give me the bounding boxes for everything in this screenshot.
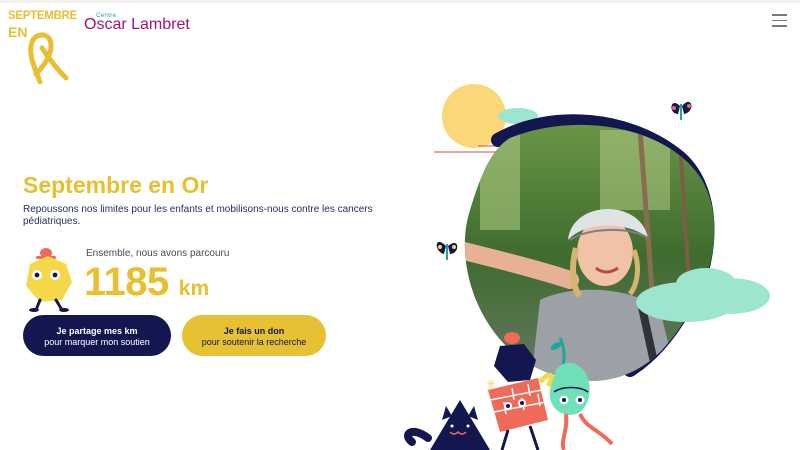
donate-button-title: Je fais un don — [223, 326, 285, 336]
cyclist-photo — [464, 124, 715, 382]
distance-caption: Ensemble, nous avons parcouru — [86, 248, 230, 259]
donate-button-subtitle: pour soutenir la recherche — [201, 337, 307, 347]
top-border — [0, 0, 800, 3]
septembre-en-or-logo[interactable]: SEPTEMBRE EN — [6, 8, 77, 84]
butterfly-left-icon — [436, 241, 458, 260]
hamburger-menu-icon[interactable] — [772, 14, 787, 27]
gold-ribbon-icon — [28, 32, 69, 84]
yellow-mascot-illustration — [26, 248, 72, 312]
hero-subtitle: Repoussons nos limites pour les enfants … — [23, 204, 373, 227]
distance-counter: 1185 km — [84, 260, 209, 305]
share-km-button[interactable]: Je partage mes km pour marquer mon souti… — [23, 315, 171, 356]
page-title: Septembre en Or — [23, 172, 209, 198]
navy-cat-mascot — [404, 400, 490, 450]
distance-unit: km — [178, 277, 210, 300]
share-button-title: Je partage mes km — [56, 326, 138, 336]
logo-centre-name: Oscar Lambret — [84, 16, 190, 33]
distance-value: 1185 — [84, 260, 169, 304]
donate-button[interactable]: Je fais un don pour soutenir la recherch… — [182, 315, 326, 356]
butterfly-top-icon — [671, 101, 692, 120]
svg-text:✳: ✳ — [486, 377, 496, 391]
hero-illustration: ✳ — [404, 84, 770, 450]
share-button-subtitle: pour marquer mon soutien — [44, 337, 150, 347]
